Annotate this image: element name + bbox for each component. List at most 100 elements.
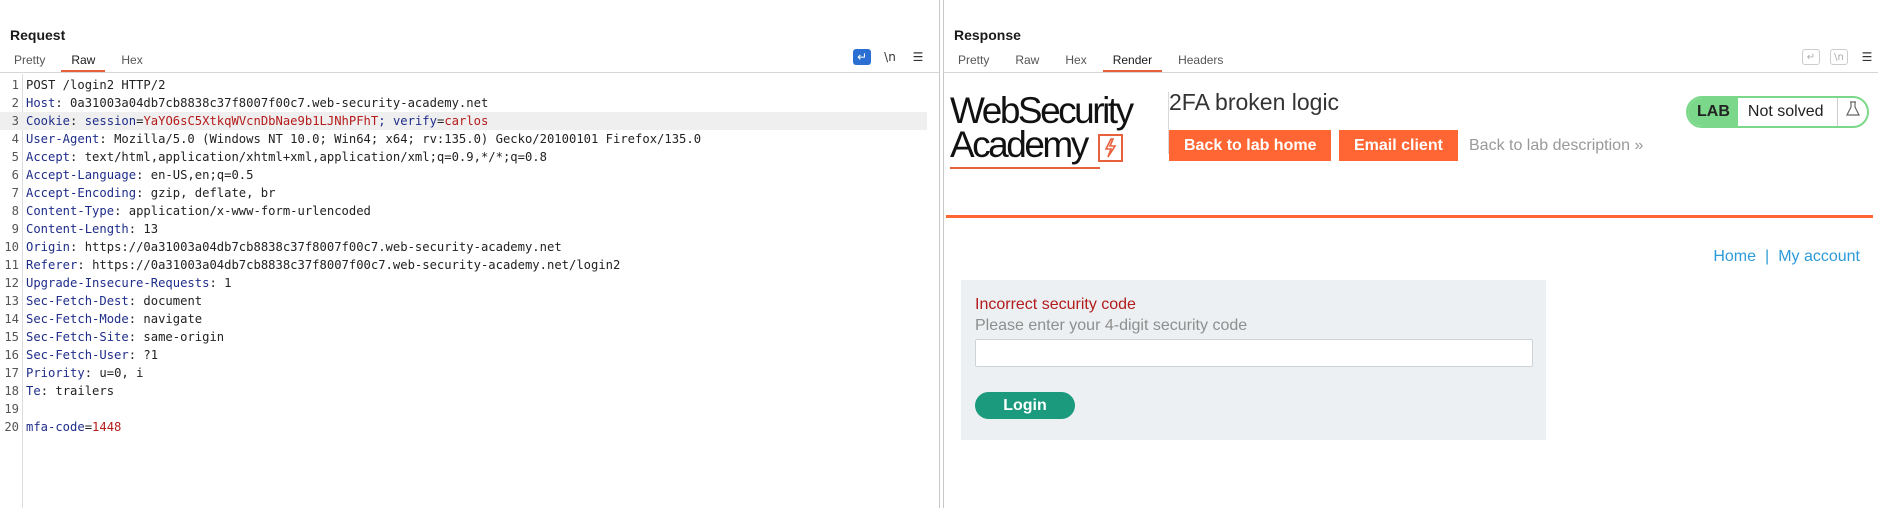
my-account-link[interactable]: My account bbox=[1778, 248, 1860, 265]
header-name: Te bbox=[26, 384, 41, 398]
header-name: Origin bbox=[26, 240, 71, 254]
request-line: POST /login2 HTTP/2 bbox=[26, 78, 166, 92]
code-line: 6 Accept-Language: en-US,en;q=0.5 bbox=[0, 166, 939, 184]
login-button[interactable]: Login bbox=[975, 392, 1075, 419]
header-value: Mozilla/5.0 (Windows NT 10.0; Win64; x64… bbox=[114, 132, 702, 146]
hamburger-menu-icon[interactable]: ☰ bbox=[1858, 49, 1876, 65]
tab-hex[interactable]: Hex bbox=[1055, 50, 1096, 72]
error-message: Incorrect security code bbox=[975, 296, 1136, 313]
header-name: Sec-Fetch-User bbox=[26, 348, 129, 362]
email-client-button[interactable]: Email client bbox=[1339, 130, 1458, 161]
response-toolbar: ↵ \n ☰ bbox=[1802, 49, 1876, 65]
request-pane: Request Pretty Raw Hex ↵ \n ☰ 1 POST /log… bbox=[0, 0, 940, 508]
tab-hex[interactable]: Hex bbox=[111, 50, 152, 72]
code-line: 11 Referer: https://0a31003a04db7cb8838c3… bbox=[0, 256, 939, 274]
tab-headers[interactable]: Headers bbox=[1168, 50, 1233, 72]
header-value: u=0, i bbox=[99, 366, 144, 380]
newline-toggle-button[interactable]: \n bbox=[881, 49, 899, 65]
line-number: 7 bbox=[11, 186, 19, 200]
header-value: https://0a31003a04db7cb8838c37f8007f00c7… bbox=[92, 258, 621, 272]
code-line: 20 mfa-code=1448 bbox=[0, 418, 939, 436]
cookie-name: session bbox=[84, 114, 137, 128]
code-line: 10 Origin: https://0a31003a04db7cb8838c37… bbox=[0, 238, 939, 256]
login-form: Incorrect security code Please enter you… bbox=[961, 280, 1546, 440]
lab-status-badge: LAB Not solved bbox=[1686, 96, 1869, 128]
code-line: 14 Sec-Fetch-Mode: navigate bbox=[0, 310, 939, 328]
code-line: 9 Content-Length: 13 bbox=[0, 220, 939, 238]
tab-pretty[interactable]: Pretty bbox=[948, 50, 999, 72]
tab-raw[interactable]: Raw bbox=[61, 50, 106, 72]
header-name: Priority bbox=[26, 366, 85, 380]
tab-pretty[interactable]: Pretty bbox=[4, 50, 55, 72]
line-number: 5 bbox=[11, 150, 19, 164]
header-name: Accept-Language bbox=[26, 168, 137, 182]
line-number: 19 bbox=[4, 402, 19, 416]
header-value: https://0a31003a04db7cb8838c37f8007f00c7… bbox=[84, 240, 562, 254]
header-name: Accept bbox=[26, 150, 71, 164]
line-number: 12 bbox=[4, 276, 19, 290]
request-tab-divider bbox=[0, 72, 939, 73]
code-line: 12 Upgrade-Insecure-Requests: 1 bbox=[0, 274, 939, 292]
header-value: ?1 bbox=[143, 348, 159, 362]
request-title: Request bbox=[10, 27, 66, 43]
logo-line1: WebSecurity bbox=[950, 90, 1134, 131]
lightning-bolt-icon bbox=[1098, 134, 1123, 162]
newline-toggle-button[interactable]: \n bbox=[1830, 49, 1848, 65]
wrap-lines-icon[interactable]: ↵ bbox=[853, 49, 871, 65]
flask-icon[interactable] bbox=[1837, 98, 1867, 126]
line-number: 16 bbox=[4, 348, 19, 362]
header-value: trailers bbox=[55, 384, 115, 398]
code-line: 19 bbox=[0, 400, 939, 418]
header-value: navigate bbox=[143, 312, 203, 326]
tab-raw[interactable]: Raw bbox=[1005, 50, 1049, 72]
header-value: gzip, deflate, br bbox=[150, 186, 276, 200]
request-toolbar: ↵ \n ☰ bbox=[853, 49, 927, 65]
security-code-label: Please enter your 4-digit security code bbox=[975, 317, 1248, 334]
line-number: 20 bbox=[4, 420, 19, 434]
response-pane: Response Pretty Raw Hex Render Headers ↵… bbox=[943, 0, 1878, 508]
header-value: application/x-www-form-urlencoded bbox=[128, 204, 371, 218]
code-line: 7 Accept-Encoding: gzip, deflate, br bbox=[0, 184, 939, 202]
response-tabs: Pretty Raw Hex Render Headers bbox=[948, 50, 1239, 72]
line-number: 9 bbox=[11, 222, 19, 236]
header-name: Sec-Fetch-Site bbox=[26, 330, 129, 344]
line-number: 15 bbox=[4, 330, 19, 344]
cookie-value: YaYO6sC5XtkqWVcnDbNae9b1LJNhPFhT bbox=[143, 114, 379, 128]
wrap-lines-icon[interactable]: ↵ bbox=[1802, 49, 1820, 65]
hamburger-menu-icon[interactable]: ☰ bbox=[909, 49, 927, 65]
logo-underline bbox=[950, 167, 1100, 169]
web-security-academy-logo[interactable]: WebSecurity Academy bbox=[950, 90, 1134, 169]
header-orange-rule bbox=[946, 215, 1873, 218]
cookie-name: verify bbox=[392, 114, 437, 128]
code-line-highlighted: 3 Cookie: session=YaYO6sC5XtkqWVcnDbNae9b… bbox=[0, 112, 927, 130]
header-name: Accept-Encoding bbox=[26, 186, 137, 200]
lab-title: 2FA broken logic bbox=[1169, 89, 1340, 115]
link-separator: | bbox=[1765, 248, 1770, 265]
line-number: 14 bbox=[4, 312, 19, 326]
security-code-input[interactable] bbox=[975, 339, 1533, 367]
header-name: User-Agent bbox=[26, 132, 100, 146]
body-param-value: 1448 bbox=[92, 420, 122, 434]
double-chevron-icon: » bbox=[1634, 137, 1644, 154]
request-editor[interactable]: 1 POST /login2 HTTP/2 2 Host: 0a31003a04db… bbox=[0, 76, 939, 436]
header-value: text/html,application/xhtml+xml,applicat… bbox=[84, 150, 547, 164]
back-to-lab-home-button[interactable]: Back to lab home bbox=[1169, 130, 1332, 161]
code-line: 17 Priority: u=0, i bbox=[0, 364, 939, 382]
header-name: Sec-Fetch-Dest bbox=[26, 294, 129, 308]
code-line: 18 Te: trailers bbox=[0, 382, 939, 400]
tab-render[interactable]: Render bbox=[1102, 50, 1163, 72]
rendered-page: WebSecurity Academy 2FA broken logic Bac… bbox=[946, 74, 1874, 508]
header-name: Sec-Fetch-Mode bbox=[26, 312, 129, 326]
header-value: 1 bbox=[224, 276, 232, 290]
home-link[interactable]: Home bbox=[1713, 248, 1756, 265]
back-to-lab-description-link[interactable]: Back to lab description » bbox=[1469, 137, 1643, 155]
header-name: Referer bbox=[26, 258, 78, 272]
line-number: 17 bbox=[4, 366, 19, 380]
header-value: document bbox=[143, 294, 203, 308]
lab-status-text: Not solved bbox=[1747, 103, 1824, 120]
code-line: 13 Sec-Fetch-Dest: document bbox=[0, 292, 939, 310]
line-number: 8 bbox=[11, 204, 19, 218]
header-value: 13 bbox=[143, 222, 159, 236]
cookie-value: carlos bbox=[444, 114, 489, 128]
logo-line2: Academy bbox=[950, 124, 1089, 165]
